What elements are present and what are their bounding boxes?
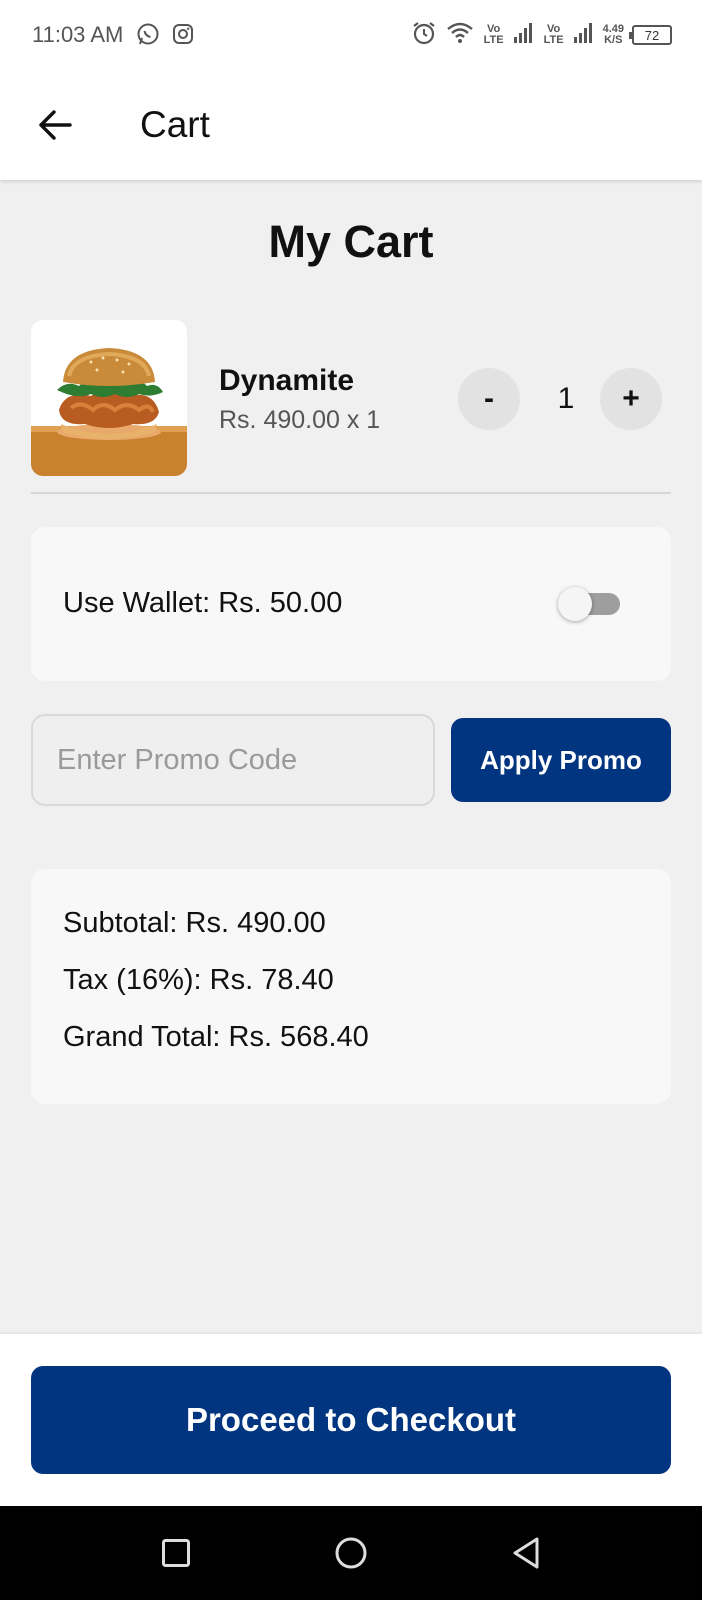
- network-label-2: Vo LTE: [543, 23, 564, 46]
- signal-icon-2: [573, 22, 595, 49]
- network-speed-unit: K/S: [604, 34, 623, 46]
- subtotal-line: Subtotal: Rs. 490.00: [63, 907, 326, 939]
- wallet-card: Use Wallet: Rs. 50.00: [31, 527, 671, 681]
- burger-image: [31, 320, 187, 476]
- status-time: 11:03 AM: [32, 22, 124, 47]
- promo-code-input[interactable]: [31, 714, 435, 806]
- signal-icon-1: [513, 22, 535, 49]
- network-speed: 4.49 K/S: [603, 24, 624, 46]
- app-bar: Cart: [0, 70, 702, 180]
- network-label-1: Vo LTE: [483, 23, 504, 46]
- back-icon: [513, 1537, 539, 1569]
- item-quantity: 1: [557, 382, 575, 415]
- checkout-bar: Proceed to Checkout: [0, 1332, 702, 1506]
- totals-card: Subtotal: Rs. 490.00 Tax (16%): Rs. 78.4…: [31, 869, 671, 1104]
- apply-promo-button[interactable]: Apply Promo: [451, 718, 671, 802]
- toggle-thumb: [558, 587, 592, 621]
- wallet-label: Use Wallet: Rs. 50.00: [63, 587, 343, 619]
- proceed-to-checkout-button[interactable]: Proceed to Checkout: [31, 1366, 671, 1474]
- instagram-icon: [171, 22, 195, 46]
- recent-apps-icon: [162, 1539, 190, 1567]
- nav-back-button[interactable]: [501, 1528, 551, 1578]
- wifi-icon: [445, 21, 475, 50]
- alarm-icon: [411, 20, 437, 51]
- home-icon: [335, 1537, 367, 1569]
- back-button[interactable]: [30, 102, 80, 148]
- grand-total-line: Grand Total: Rs. 568.40: [63, 1021, 369, 1053]
- item-divider: [31, 492, 671, 494]
- decrease-quantity-button[interactable]: -: [458, 368, 520, 430]
- status-indicators: Vo LTE Vo LTE 4.49 K/S 72: [411, 20, 672, 50]
- system-nav-bar: [0, 1506, 702, 1600]
- whatsapp-icon: [136, 22, 160, 46]
- arrow-left-icon: [39, 110, 72, 140]
- status-bar: 11:03 AM Vo LTE Vo LTE 4.49 K/S 72: [0, 0, 702, 70]
- wallet-toggle[interactable]: [558, 587, 622, 621]
- tax-line: Tax (16%): Rs. 78.40: [63, 964, 334, 996]
- app-bar-title: Cart: [140, 104, 210, 145]
- battery-indicator: 72: [629, 25, 672, 45]
- item-name: Dynamite: [219, 364, 355, 397]
- cart-item: Dynamite Rs. 490.00 x 1 - 1 +: [31, 320, 671, 494]
- page-title: My Cart: [268, 216, 434, 267]
- increase-quantity-button[interactable]: +: [600, 368, 662, 430]
- item-price: Rs. 490.00 x 1: [219, 406, 381, 434]
- recent-apps-button[interactable]: [151, 1528, 201, 1578]
- home-button[interactable]: [326, 1528, 376, 1578]
